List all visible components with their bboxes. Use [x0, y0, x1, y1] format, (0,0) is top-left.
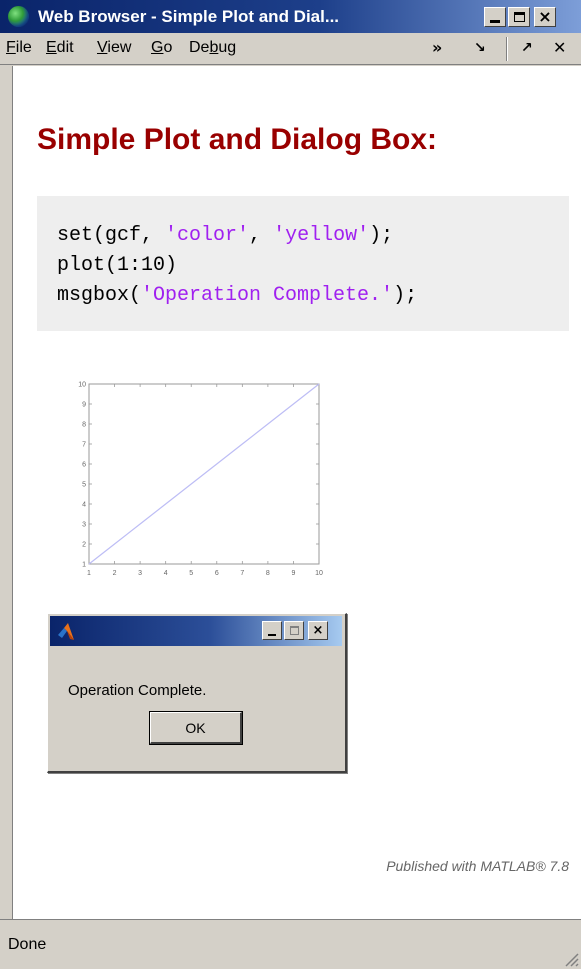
code-block: set(gcf, 'color', 'yellow'); plot(1:10) …	[37, 196, 569, 331]
ok-button[interactable]: OK	[149, 711, 243, 745]
menu-bar: File Edit View Go Debug » ↘ ↗ ✕	[0, 33, 581, 65]
menu-go[interactable]: Go	[151, 39, 172, 57]
browser-window: Web Browser - Simple Plot and Dial... × …	[0, 0, 581, 969]
undock-arrow-icon[interactable]: ↗	[521, 40, 533, 56]
matlab-logo-icon	[58, 623, 74, 640]
status-bar: Done	[0, 919, 581, 969]
close-panel-icon[interactable]: ✕	[553, 38, 566, 57]
title-bar[interactable]: Web Browser - Simple Plot and Dial... ×	[0, 0, 581, 33]
x-tick-label: 7	[240, 570, 244, 577]
dock-arrow-icon[interactable]: ↘	[474, 40, 486, 56]
x-tick-label: 5	[189, 570, 193, 577]
plot-svg: 1 2 3 4 5 6 7 8 9 10 1 2 3 4 5 6 7 8 9 10	[78, 382, 323, 578]
x-tick-label: 10	[315, 570, 323, 577]
x-tick-label: 1	[87, 570, 91, 577]
close-button[interactable]: ×	[534, 7, 556, 27]
dialog-title-bar[interactable]: ×	[50, 616, 342, 646]
x-tick-label: 2	[113, 570, 117, 577]
minimize-icon	[490, 20, 500, 23]
minimize-icon	[268, 633, 276, 636]
minimize-button[interactable]	[484, 7, 506, 27]
y-tick-label: 3	[82, 522, 86, 529]
code-line-2: plot(1:10)	[57, 254, 178, 277]
status-text: Done	[8, 936, 47, 953]
x-tick-label: 9	[291, 570, 295, 577]
plot-figure: 1 2 3 4 5 6 7 8 9 10 1 2 3 4 5 6 7 8 9 10	[71, 378, 327, 584]
y-tick-label: 9	[82, 402, 86, 409]
menu-edit[interactable]: Edit	[46, 39, 74, 57]
msgbox-dialog: × Operation Complete. OK	[47, 613, 347, 773]
x-tick-label: 6	[215, 570, 219, 577]
dialog-minimize-button[interactable]	[262, 621, 282, 640]
menu-file[interactable]: File	[6, 39, 32, 57]
y-tick-label: 5	[82, 482, 86, 489]
window-title: Web Browser - Simple Plot and Dial...	[38, 7, 340, 26]
x-tick-label: 8	[266, 570, 270, 577]
browser-content[interactable]: Simple Plot and Dialog Box: set(gcf, 'co…	[12, 66, 581, 919]
y-tick-label: 4	[82, 502, 86, 509]
y-tick-label: 2	[82, 542, 86, 549]
dialog-message: Operation Complete.	[68, 682, 207, 699]
menu-debug[interactable]: Debug	[189, 39, 236, 57]
dialog-maximize-button[interactable]	[284, 621, 304, 640]
globe-icon	[8, 6, 29, 27]
maximize-icon	[289, 626, 299, 635]
maximize-icon	[513, 12, 525, 22]
toolbar-separator	[506, 37, 508, 61]
x-tick-label: 4	[164, 570, 168, 577]
y-tick-label: 1	[82, 562, 86, 569]
y-tick-label: 6	[82, 462, 86, 469]
maximize-button[interactable]	[508, 7, 530, 27]
code-line-3: msgbox('Operation Complete.');	[57, 284, 418, 307]
y-tick-label: 7	[82, 442, 86, 449]
page-title: Simple Plot and Dialog Box:	[37, 123, 438, 156]
more-chevron-icon[interactable]: »	[432, 38, 442, 57]
menu-view[interactable]: View	[97, 39, 131, 57]
x-tick-label: 3	[138, 570, 142, 577]
resize-grip-icon[interactable]	[561, 949, 579, 967]
y-tick-label: 10	[78, 382, 86, 389]
published-footer: Published with MATLAB® 7.8	[386, 858, 569, 874]
close-icon: ×	[312, 623, 324, 638]
y-tick-label: 8	[82, 422, 86, 429]
code-line-1: set(gcf, 'color', 'yellow');	[57, 224, 394, 247]
close-icon: ×	[538, 7, 552, 26]
dialog-close-button[interactable]: ×	[308, 621, 328, 640]
